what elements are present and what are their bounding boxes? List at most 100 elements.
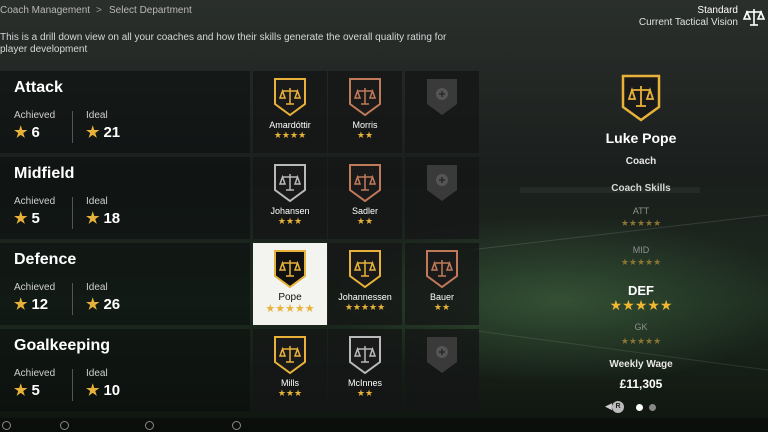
pager-dot[interactable]: [649, 404, 656, 411]
breadcrumb-separator: >: [96, 5, 102, 16]
department-row-defence[interactable]: Defence Achieved Ideal ★ 12 ★ 26 Pope ★★★★★ Johan…: [0, 243, 479, 325]
achieved-label: Achieved: [14, 368, 56, 379]
scales-icon: [743, 9, 765, 26]
divider: [72, 197, 73, 229]
pager[interactable]: ◀ R: [605, 401, 665, 413]
coach-name: Luke Pope: [605, 130, 677, 146]
coach-crest-icon: [621, 74, 661, 122]
coach-crest-icon: [274, 164, 306, 203]
coach-card-stars: ★★★: [277, 216, 303, 226]
coach-crest-icon: [349, 336, 381, 375]
department-name: Goalkeeping: [14, 337, 111, 354]
department-summary[interactable]: Defence Achieved Ideal ★ 12 ★ 26: [0, 243, 250, 325]
coach-card[interactable]: Sadler ★★: [328, 157, 402, 239]
coach-card[interactable]: Amardóttir ★★★★: [253, 71, 327, 153]
ideal-value: ★ 26: [86, 295, 120, 313]
skill-mid-label: MID: [632, 245, 650, 255]
add-coach-slot[interactable]: [405, 157, 479, 239]
coach-card-stars: ★★: [356, 130, 374, 140]
ideal-value: ★ 18: [86, 209, 120, 227]
coach-card-stars: ★★★★★: [265, 303, 315, 315]
divider: [72, 283, 73, 315]
skill-gk-label: GK: [634, 322, 648, 332]
empty-slot-icon: [427, 337, 457, 373]
star-icon: ★: [14, 296, 28, 313]
coach-card-name: Bauer: [429, 292, 455, 302]
department-summary[interactable]: Goalkeeping Achieved Ideal ★ 5 ★ 10: [0, 329, 250, 411]
achieved-value: ★ 5: [14, 209, 40, 227]
add-coach-slot[interactable]: [405, 71, 479, 153]
tactical-vision: Standard Current Tactical Vision: [639, 5, 738, 29]
footer-control-icon: [2, 421, 11, 430]
breadcrumb-parent[interactable]: Coach Management: [0, 5, 90, 16]
coach-detail-panel: Luke Pope Coach Coach Skills ATT ★★★★★ M…: [566, 60, 716, 410]
department-name: Attack: [14, 79, 63, 96]
ideal-label: Ideal: [86, 368, 108, 379]
department-row-goalkeeping[interactable]: Goalkeeping Achieved Ideal ★ 5 ★ 10 Mills ★★★ McI…: [0, 329, 479, 411]
coach-card[interactable]: Bauer ★★: [405, 243, 479, 325]
coach-card-stars: ★★★: [277, 388, 303, 398]
star-icon: ★: [86, 210, 100, 227]
coach-card-name: McInnes: [347, 378, 382, 388]
footer-control-icon: [145, 421, 154, 430]
ideal-label: Ideal: [86, 196, 108, 207]
coach-card[interactable]: Pope ★★★★★: [253, 243, 327, 325]
achieved-label: Achieved: [14, 196, 56, 207]
achieved-number: 6: [31, 124, 40, 141]
coach-crest-icon: [274, 250, 306, 289]
divider: [72, 369, 73, 401]
achieved-label: Achieved: [14, 110, 56, 121]
skill-def-label: DEF: [628, 283, 654, 298]
ideal-number: 21: [103, 124, 121, 141]
achieved-value: ★ 5: [14, 381, 40, 399]
department-row-attack[interactable]: Attack Achieved Ideal ★ 6 ★ 21 Amardóttir ★★★★ Mo…: [0, 71, 479, 153]
department-summary[interactable]: Midfield Achieved Ideal ★ 5 ★ 18: [0, 157, 250, 239]
coach-crest-icon: [349, 78, 381, 117]
department-name: Defence: [14, 251, 77, 268]
footer-bar: [0, 418, 768, 432]
department-name: Midfield: [14, 165, 75, 182]
star-icon: ★: [86, 382, 100, 399]
star-icon: ★: [14, 382, 28, 399]
achieved-number: 5: [31, 382, 40, 399]
coach-card-name: Morris: [352, 120, 378, 130]
ideal-value: ★ 10: [86, 381, 120, 399]
coach-crest-icon: [426, 250, 458, 289]
coach-card[interactable]: Morris ★★: [328, 71, 402, 153]
coach-card-stars: ★★: [356, 216, 374, 226]
star-icon: ★: [86, 124, 100, 141]
coach-card[interactable]: Johannessen ★★★★★: [328, 243, 402, 325]
coach-card[interactable]: Mills ★★★: [253, 329, 327, 411]
skill-att-label: ATT: [632, 206, 650, 216]
coach-card[interactable]: McInnes ★★: [328, 329, 402, 411]
coach-card-name: Sadler: [351, 206, 378, 216]
coach-card-name: Johansen: [270, 206, 310, 216]
breadcrumb-current: Select Department: [109, 5, 192, 16]
ideal-number: 10: [103, 382, 121, 399]
r-button-icon[interactable]: R: [612, 401, 624, 413]
achieved-value: ★ 6: [14, 123, 40, 141]
ideal-value: ★ 21: [86, 123, 120, 141]
coach-role: Coach: [625, 156, 657, 167]
pager-dot-active[interactable]: [636, 404, 643, 411]
divider: [72, 111, 73, 143]
department-summary[interactable]: Attack Achieved Ideal ★ 6 ★ 21: [0, 71, 250, 153]
ideal-label: Ideal: [86, 282, 108, 293]
achieved-value: ★ 12: [14, 295, 48, 313]
coach-card[interactable]: Johansen ★★★: [253, 157, 327, 239]
coach-card-stars: ★★★★: [273, 130, 307, 140]
coach-card-name: Mills: [281, 378, 299, 388]
coach-crest-icon: [274, 78, 306, 117]
pager-left-arrow-icon[interactable]: ◀: [605, 401, 612, 412]
coach-crest-icon: [274, 336, 306, 375]
skill-gk-stars: ★★★★★: [620, 336, 662, 346]
department-row-midfield[interactable]: Midfield Achieved Ideal ★ 5 ★ 18 Johansen ★★★ Sad…: [0, 157, 479, 239]
weekly-wage-value: £11,305: [619, 377, 663, 391]
page-description: This is a drill down view on all your co…: [0, 32, 447, 55]
add-coach-slot[interactable]: [405, 329, 479, 411]
empty-slot-icon: [427, 79, 457, 115]
star-icon: ★: [14, 210, 28, 227]
empty-slot-icon: [427, 165, 457, 201]
achieved-label: Achieved: [14, 282, 56, 293]
coach-card-stars: ★★: [433, 302, 451, 312]
